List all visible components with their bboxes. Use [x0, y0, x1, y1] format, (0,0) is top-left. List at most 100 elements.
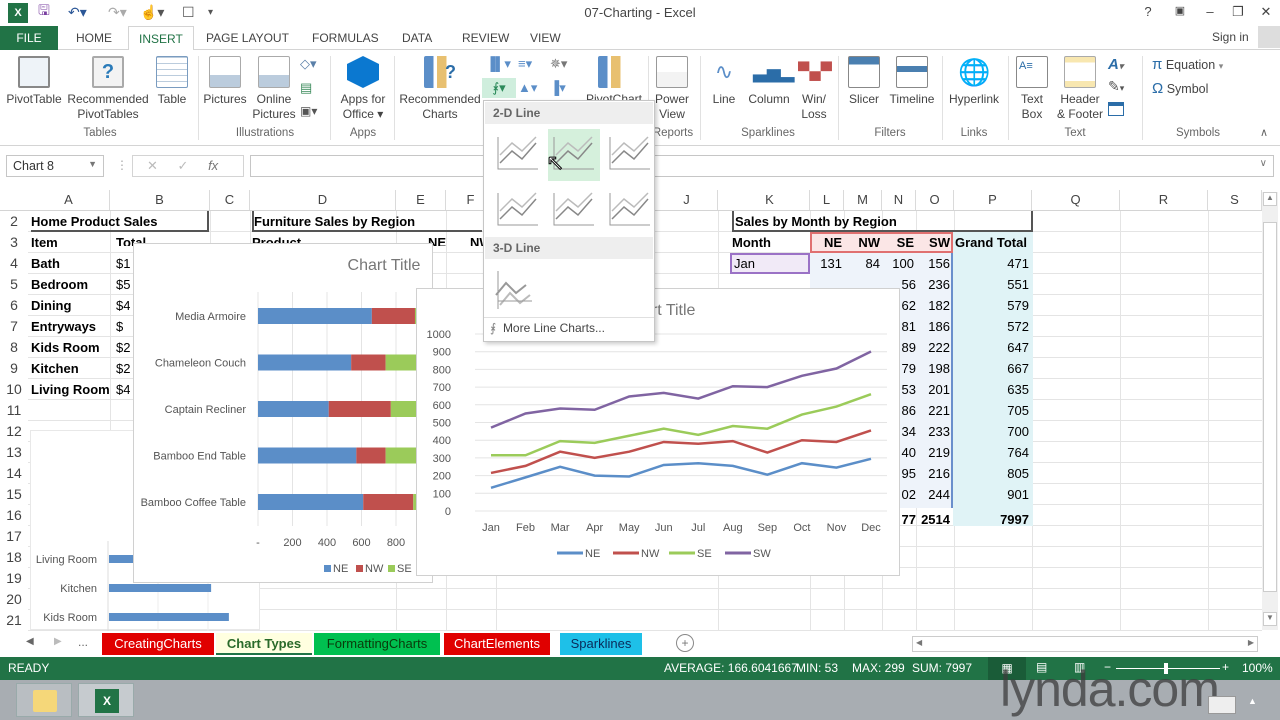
sparkline-line-button[interactable]: ∿ Line	[704, 50, 744, 107]
item-cell[interactable]: Bath	[31, 253, 60, 274]
zoom-in-icon[interactable]: +	[1222, 660, 1229, 674]
area-chart-icon[interactable]: ▲▾	[518, 80, 537, 96]
item-cell[interactable]: Entryways	[31, 316, 96, 337]
series-line-NE[interactable]	[490, 457, 872, 490]
new-sheet-icon[interactable]: +	[676, 634, 694, 652]
scroll-right-icon[interactable]: ▶	[1248, 638, 1254, 647]
bar-NE[interactable]	[258, 308, 372, 324]
row-header-21[interactable]: 21	[0, 610, 28, 631]
select-all-corner[interactable]	[0, 190, 28, 210]
table-button[interactable]: Table	[152, 50, 192, 107]
screenshot-icon[interactable]: ▣▾	[300, 104, 317, 118]
monthly-cell-total[interactable]: 764	[955, 442, 1029, 463]
row-header-8[interactable]: 8	[0, 337, 28, 358]
monthly-header-month[interactable]: Month	[732, 232, 808, 253]
row-header-15[interactable]: 15	[0, 484, 28, 505]
sheet-tab-sparklines[interactable]: Sparklines	[560, 633, 642, 655]
bar-SE[interactable]	[385, 447, 417, 464]
monthly-cell-se[interactable]: 56	[900, 274, 916, 295]
row-header-18[interactable]: 18	[0, 547, 28, 568]
row-header-14[interactable]: 14	[0, 463, 28, 484]
restore-icon[interactable]: ❐	[1226, 4, 1250, 20]
column-header-A[interactable]: A	[28, 190, 110, 210]
column-header-L[interactable]: L	[810, 190, 844, 210]
monthly-cell-se[interactable]: 34	[900, 421, 916, 442]
bar-NW[interactable]	[363, 494, 414, 510]
bar[interactable]	[109, 613, 229, 621]
help-icon[interactable]: ?	[1136, 4, 1160, 19]
monthly-cell-se[interactable]: 89	[900, 337, 916, 358]
hyperlink-button[interactable]: 🌐 Hyperlink	[944, 50, 1004, 107]
wordart-icon[interactable]: A▾	[1108, 56, 1123, 73]
bar-NE[interactable]	[258, 447, 357, 464]
minimize-icon[interactable]: –	[1198, 4, 1222, 19]
line-type-line-with-markers[interactable]	[497, 192, 538, 226]
line-type-line[interactable]	[497, 136, 538, 170]
monthly-cell[interactable]: 131	[812, 253, 842, 274]
item-cell[interactable]: Kitchen	[31, 358, 79, 379]
recommended-charts-button[interactable]: ? Recommended Charts	[398, 50, 482, 122]
row-header-9[interactable]: 9	[0, 358, 28, 379]
bar-chart-title[interactable]: Chart Title	[348, 257, 421, 274]
monthly-cell-sw[interactable]: 244	[918, 484, 950, 505]
row-header-7[interactable]: 7	[0, 316, 28, 337]
monthly-header-nw[interactable]: NW	[846, 232, 880, 253]
bar-NW[interactable]	[328, 401, 391, 417]
tab-review[interactable]: REVIEW	[452, 26, 519, 50]
column-header-O[interactable]: O	[916, 190, 954, 210]
expand-formula-icon[interactable]: ∨	[1260, 158, 1267, 169]
row-header-5[interactable]: 5	[0, 274, 28, 295]
total-cell[interactable]: $4	[116, 379, 130, 400]
tab-insert[interactable]: INSERT	[128, 26, 194, 51]
row-header-12[interactable]: 12	[0, 421, 28, 442]
slicer-button[interactable]: Slicer	[842, 50, 886, 107]
monthly-header-sw[interactable]: SW	[918, 232, 950, 253]
timeline-button[interactable]: Timeline	[886, 50, 938, 107]
item-cell[interactable]: Living Room	[31, 379, 110, 400]
furniture-title[interactable]: Furniture Sales by Region	[252, 211, 482, 232]
bar-chart-icon[interactable]: ≡▾	[518, 56, 532, 72]
monthly-cell-sw[interactable]: 182	[918, 295, 950, 316]
line-type-100-stacked-line-with-markers[interactable]	[609, 192, 650, 226]
monthly-cell[interactable]: 471	[955, 253, 1029, 274]
text-box-button[interactable]: A≡ Text Box	[1012, 50, 1052, 122]
row-header-13[interactable]: 13	[0, 442, 28, 463]
line-chart-button[interactable]: ⨘▾	[482, 78, 516, 98]
monthly-header-grand-total[interactable]: Grand Total	[955, 232, 1031, 253]
monthly-cell-se[interactable]: 86	[900, 400, 916, 421]
monthly-cell-total[interactable]: 700	[955, 421, 1029, 442]
row-header-10[interactable]: 10	[0, 379, 28, 400]
total-cell[interactable]: $4	[116, 295, 130, 316]
pictures-button[interactable]: Pictures	[202, 50, 248, 107]
smartart-icon[interactable]: ▤	[300, 80, 312, 96]
tab-home[interactable]: HOME	[66, 26, 122, 50]
line-type-stacked-line-with-markers[interactable]	[553, 192, 594, 226]
bar-NW[interactable]	[371, 308, 415, 324]
column-header-N[interactable]: N	[882, 190, 916, 210]
monthly-cell-se[interactable]: 53	[900, 379, 916, 400]
formula-input[interactable]: ∨	[250, 155, 1274, 177]
tray-expand-icon[interactable]: ▲	[1248, 696, 1257, 706]
monthly-cell-total[interactable]: 635	[955, 379, 1029, 400]
sparkline-column-button[interactable]: ▃▅▂ Column	[746, 50, 794, 107]
column-header-M[interactable]: M	[844, 190, 882, 210]
header-item[interactable]: Item	[31, 232, 58, 253]
row-header-6[interactable]: 6	[0, 295, 28, 316]
power-view-button[interactable]: Power View	[650, 50, 694, 122]
equation-button[interactable]: π Equation ▾	[1152, 56, 1223, 73]
monthly-header-se[interactable]: SE	[884, 232, 914, 253]
pivotchart-button[interactable]: PivotChart	[584, 50, 644, 107]
column-header-K[interactable]: K	[730, 190, 810, 210]
column-header-Q[interactable]: Q	[1032, 190, 1120, 210]
sheet-tab-chartelements[interactable]: ChartElements	[444, 633, 550, 655]
scroll-up-icon[interactable]: ▲	[1263, 192, 1277, 206]
item-cell[interactable]: Bedroom	[31, 274, 88, 295]
row-header-3[interactable]: 3	[0, 232, 28, 253]
radar-chart-icon[interactable]: ✵▾	[550, 56, 567, 72]
close-icon[interactable]: ✕	[1254, 4, 1278, 20]
total-cell[interactable]: $2	[116, 358, 130, 379]
column-header-P[interactable]: P	[954, 190, 1032, 210]
row-header-11[interactable]: 11	[0, 400, 28, 421]
pivottable-button[interactable]: PivotTable	[4, 50, 64, 107]
monthly-cell-total[interactable]: 579	[955, 295, 1029, 316]
